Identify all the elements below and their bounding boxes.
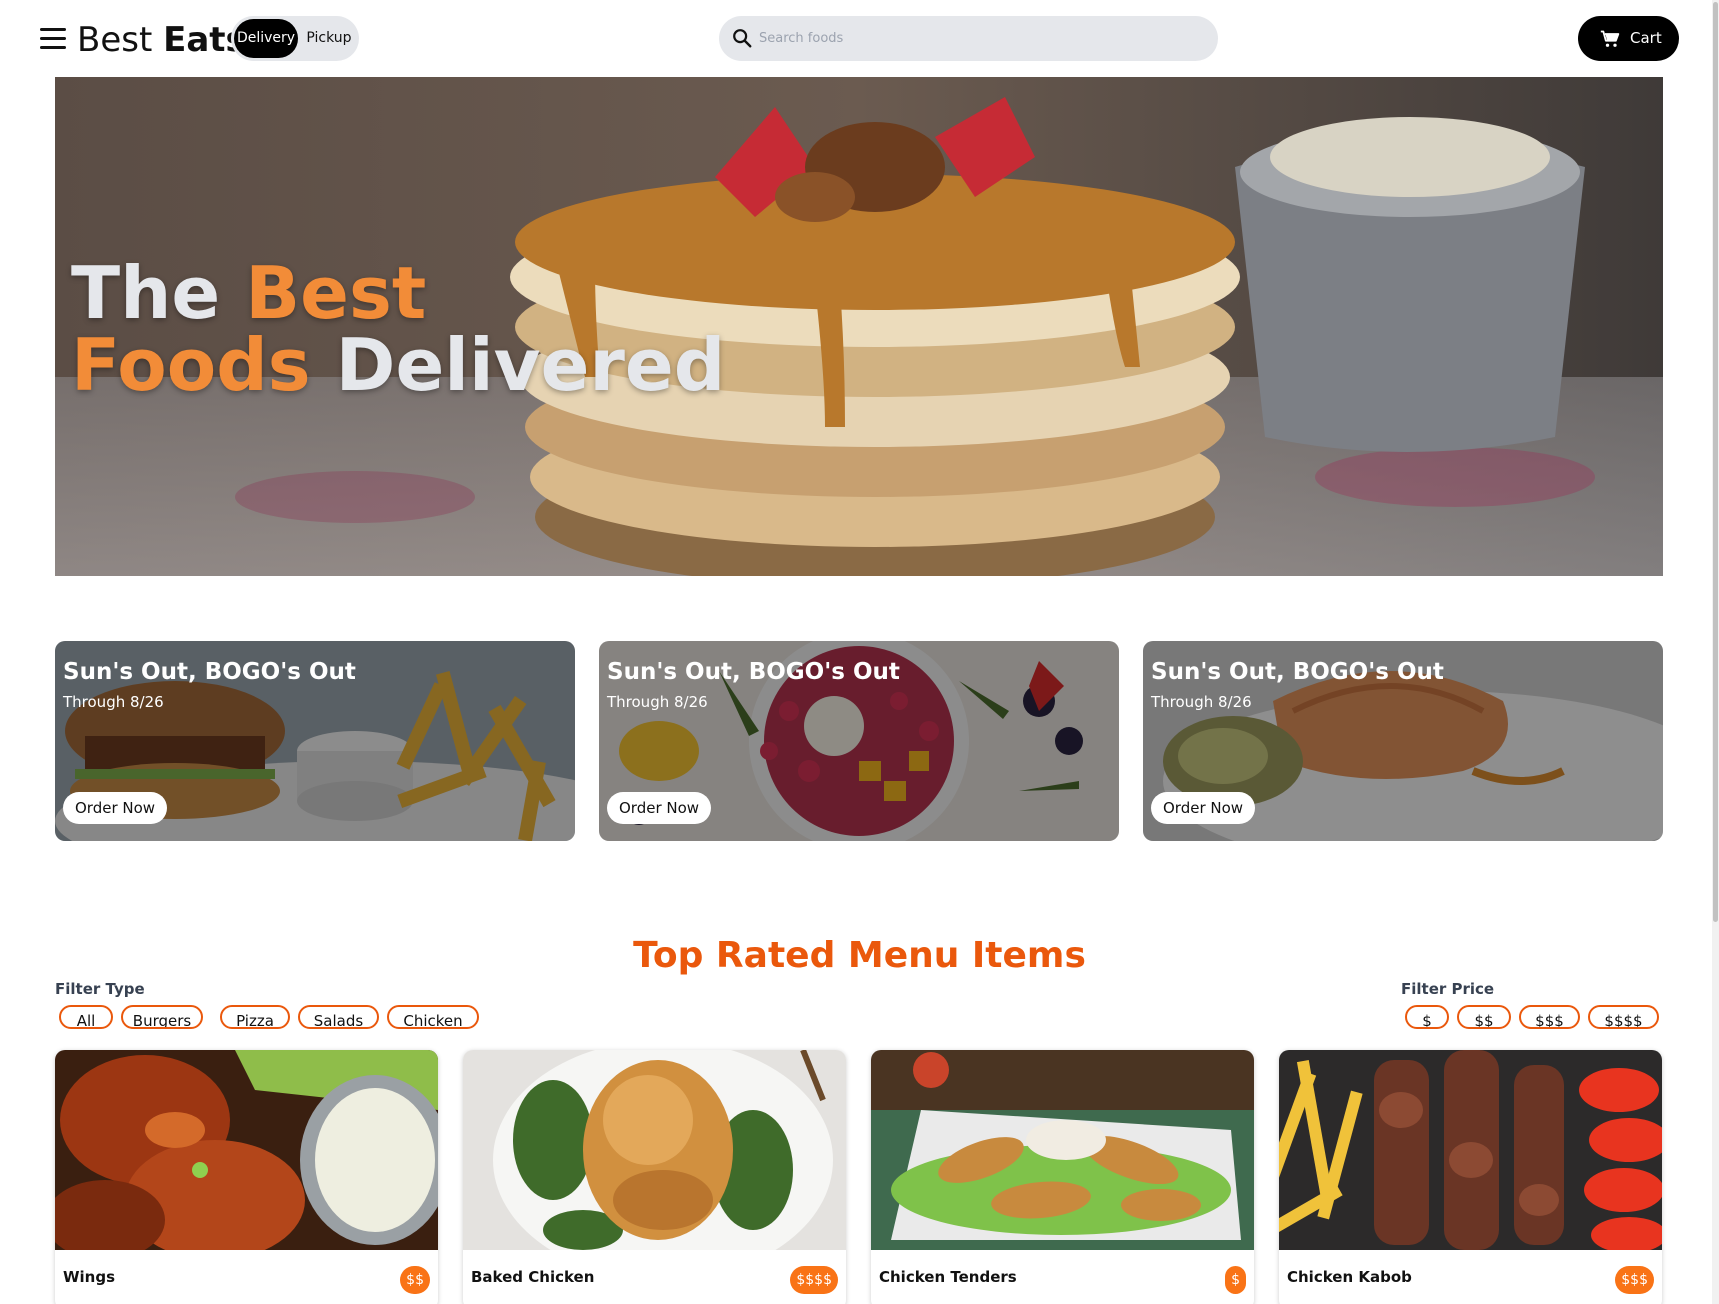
promo-card-salmon[interactable]: Sun's Out, BOGO's Out Through 8/26 Order… — [1143, 641, 1663, 841]
baked-chicken-image — [463, 1050, 846, 1250]
hero-headline: The Best Foods Delivered — [71, 257, 725, 401]
filter-chip-salads[interactable]: Salads — [298, 1005, 379, 1029]
price-chip-2[interactable]: $$ — [1457, 1005, 1511, 1029]
filter-chip-pizza[interactable]: Pizza — [220, 1005, 290, 1029]
promo-card-fruit-bowl[interactable]: Sun's Out, BOGO's Out Through 8/26 Order… — [599, 641, 1119, 841]
order-now-button[interactable]: Order Now — [63, 792, 168, 824]
promo-subtitle: Through 8/26 — [63, 693, 164, 711]
chicken-kabob-image — [1279, 1050, 1662, 1250]
hero-banner: The Best Foods Delivered — [55, 77, 1663, 576]
price-badge: $$$$ — [790, 1266, 838, 1294]
menu-item-name: Baked Chicken — [471, 1268, 595, 1286]
delivery-option[interactable]: Delivery — [234, 19, 298, 58]
filter-chip-all[interactable]: All — [59, 1005, 113, 1029]
hero-word-delivered: Delivered — [335, 323, 726, 407]
menu-item-name: Wings — [63, 1268, 116, 1286]
promo-subtitle: Through 8/26 — [607, 693, 708, 711]
wings-image — [55, 1050, 438, 1250]
search-icon[interactable] — [731, 27, 753, 49]
delivery-pickup-toggle: Delivery Pickup — [231, 16, 359, 61]
cart-label: Cart — [1630, 29, 1662, 47]
chicken-tenders-image — [871, 1050, 1254, 1250]
filter-chip-burgers[interactable]: Burgers — [121, 1005, 203, 1029]
page-scrollbar[interactable] — [1712, 0, 1719, 1304]
hero-word-foods: Foods — [71, 323, 311, 407]
filter-chip-chicken[interactable]: Chicken — [387, 1005, 479, 1029]
price-badge: $$ — [400, 1266, 430, 1294]
search-bar — [719, 16, 1218, 61]
filter-type-label: Filter Type — [55, 980, 145, 998]
hamburger-menu-icon[interactable] — [40, 26, 66, 50]
top-navigation-bar: Best Eats Delivery Pickup Cart — [0, 0, 1719, 77]
price-chip-4[interactable]: $$$$ — [1588, 1005, 1659, 1029]
brand-name-light: Best — [77, 20, 153, 60]
promo-title: Sun's Out, BOGO's Out — [607, 659, 900, 685]
search-input[interactable] — [759, 16, 1199, 61]
promo-title: Sun's Out, BOGO's Out — [1151, 659, 1444, 685]
pickup-option[interactable]: Pickup — [301, 19, 357, 58]
menu-item-card-chicken-tenders[interactable]: Chicken Tenders $ — [871, 1050, 1254, 1304]
price-chip-3[interactable]: $$$ — [1519, 1005, 1580, 1029]
menu-item-name: Chicken Tenders — [879, 1268, 1017, 1286]
menu-item-card-chicken-kabob[interactable]: Chicken Kabob $$$ — [1279, 1050, 1662, 1304]
menu-item-card-wings[interactable]: Wings $$ — [55, 1050, 438, 1304]
filter-price-label: Filter Price — [1401, 980, 1495, 998]
promo-card-burger[interactable]: Sun's Out, BOGO's Out Through 8/26 Order… — [55, 641, 575, 841]
shopping-cart-icon — [1600, 30, 1620, 47]
section-title: Top Rated Menu Items — [633, 935, 1086, 976]
price-badge: $ — [1225, 1266, 1246, 1294]
brand-logo[interactable]: Best Eats — [77, 18, 246, 62]
cart-button[interactable]: Cart — [1578, 16, 1679, 61]
menu-item-card-baked-chicken[interactable]: Baked Chicken $$$$ — [463, 1050, 846, 1304]
order-now-button[interactable]: Order Now — [1151, 792, 1256, 824]
promo-subtitle: Through 8/26 — [1151, 693, 1252, 711]
promo-title: Sun's Out, BOGO's Out — [63, 659, 356, 685]
scrollbar-thumb[interactable] — [1713, 2, 1718, 922]
order-now-button[interactable]: Order Now — [607, 792, 712, 824]
price-chip-1[interactable]: $ — [1405, 1005, 1449, 1029]
price-badge: $$$ — [1615, 1266, 1654, 1294]
menu-item-name: Chicken Kabob — [1287, 1268, 1412, 1286]
